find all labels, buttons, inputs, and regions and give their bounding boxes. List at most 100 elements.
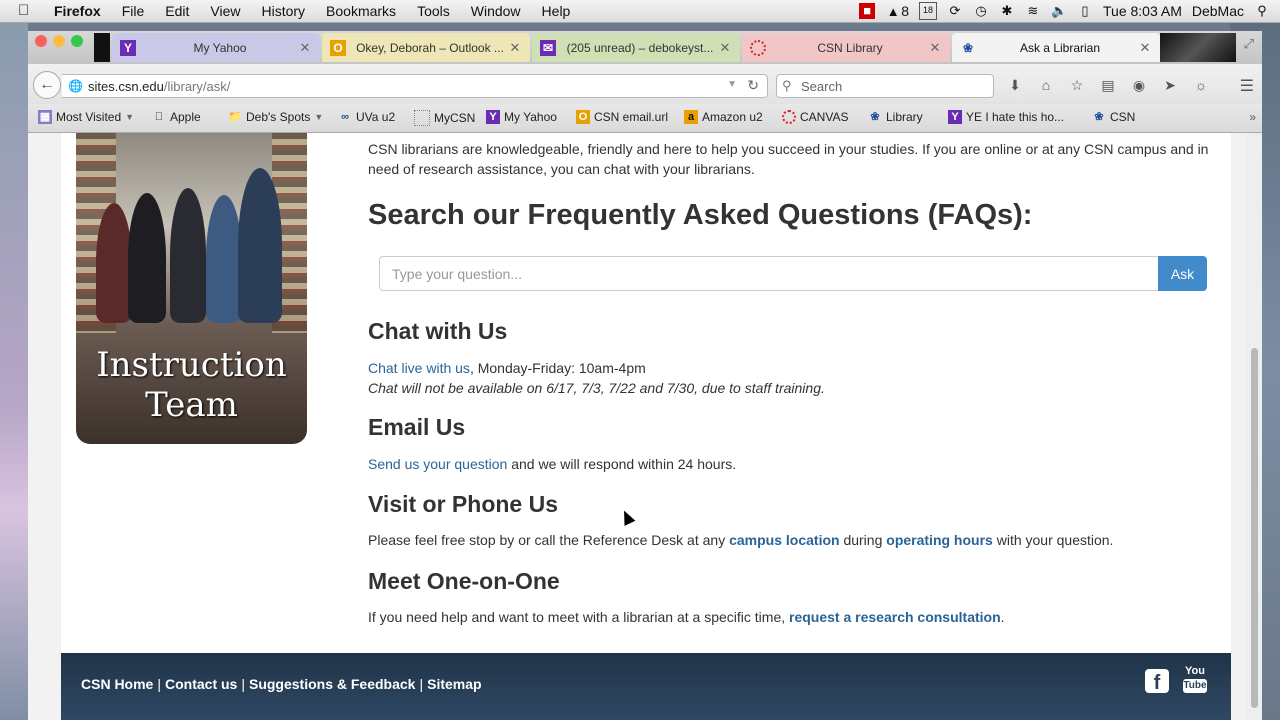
spotlight-search-icon[interactable]: ⚲ <box>1254 3 1270 19</box>
url-text[interactable]: sites.csn.edu/library/ask/ <box>88 79 230 94</box>
bookmark-star-icon[interactable]: ☆ <box>1068 76 1086 94</box>
footer-link-contact-us[interactable]: Contact us <box>165 676 237 692</box>
pocket-icon[interactable]: ◉ <box>1130 76 1148 94</box>
menu-window[interactable]: Window <box>471 2 521 20</box>
bookmark-canvas[interactable]: CANVAS <box>782 110 848 124</box>
send-icon[interactable]: ➤ <box>1161 76 1179 94</box>
faq-question-input[interactable] <box>379 256 1159 291</box>
bookmark-label: MyCSN <box>434 111 476 125</box>
canvas-icon <box>750 39 766 56</box>
visit-paragraph: Please feel free stop by or call the Ref… <box>368 530 1113 550</box>
chevron-down-icon: ▼ <box>125 112 135 122</box>
intro-paragraph: CSN librarians are knowledgeable, friend… <box>368 141 1209 177</box>
tab-label: Okey, Deborah – Outlook ... <box>356 40 504 55</box>
close-window-button[interactable] <box>35 35 47 47</box>
facebook-icon[interactable]: f <box>1145 669 1169 694</box>
battery-icon[interactable]: ▯ <box>1077 3 1093 19</box>
bookmark-csn[interactable]: ❀ CSN <box>1092 110 1135 124</box>
menu-file[interactable]: File <box>122 2 145 20</box>
youtube-icon[interactable]: You Tube <box>1183 665 1207 693</box>
fullscreen-icon[interactable]: ⤢ <box>1244 36 1254 52</box>
search-bar[interactable]: ⚲ Search <box>776 74 994 98</box>
calendar-icon[interactable]: 18 <box>919 2 937 20</box>
url-dropdown-icon[interactable]: ▼ <box>727 79 737 90</box>
sync-icon[interactable]: ⟳ <box>947 3 963 19</box>
menu-edit[interactable]: Edit <box>165 2 189 20</box>
menu-bookmarks[interactable]: Bookmarks <box>326 2 396 20</box>
bookmark-uva-u2[interactable]: ∞ UVa u2 <box>338 110 395 124</box>
url-bar[interactable]: 🌐 sites.csn.edu/library/ask/ ▼ ↻ <box>62 74 768 98</box>
bookmark-csn-email[interactable]: O CSN email.url <box>576 110 668 124</box>
visit-text: Please feel free stop by or call the Ref… <box>368 532 730 548</box>
bookmark-apple[interactable]:  Apple <box>152 110 201 124</box>
bluetooth-icon[interactable]: ✱ <box>999 3 1015 19</box>
tab-mail-unread[interactable]: ✉ (205 unread) – debokeyst... ✕ <box>532 33 740 62</box>
chat-hours: , Monday-Friday: 10am-4pm <box>469 360 646 376</box>
url-host: sites.csn.edu <box>88 79 164 94</box>
close-tab-icon[interactable]: ✕ <box>1138 40 1152 56</box>
footer-link-sitemap[interactable]: Sitemap <box>427 676 481 692</box>
zoom-window-button[interactable] <box>71 35 83 47</box>
scrollbar-thumb[interactable] <box>1251 348 1258 708</box>
operating-hours-link[interactable]: operating hours <box>886 532 993 548</box>
bookmark-amazon-u2[interactable]: a Amazon u2 <box>684 110 763 124</box>
menu-tools[interactable]: Tools <box>417 2 450 20</box>
bookmark-most-visited[interactable]: ▦ Most Visited ▼ <box>38 110 134 124</box>
bookmark-my-yahoo[interactable]: Y My Yahoo <box>486 110 557 124</box>
bookmark-library[interactable]: ❀ Library <box>868 110 922 124</box>
footer-link-csn-home[interactable]: CSN Home <box>81 676 153 692</box>
close-tab-icon[interactable]: ✕ <box>718 40 732 56</box>
chat-icon[interactable]: ☼ <box>1192 76 1210 94</box>
chat-live-link[interactable]: Chat live with us <box>368 360 470 376</box>
bookmark-mycsn[interactable]: MyCSN <box>414 110 475 126</box>
adobe-status[interactable]: ▲ 8 <box>885 3 909 20</box>
volume-icon[interactable]: 🔈 <box>1051 3 1067 19</box>
bookmarks-overflow-icon[interactable]: » <box>1249 110 1256 124</box>
minimize-window-button[interactable] <box>53 35 65 47</box>
ask-button[interactable]: Ask <box>1158 256 1207 291</box>
research-consultation-link[interactable]: request a research consultation <box>789 609 1001 625</box>
person-figure <box>206 195 242 323</box>
footer-link-suggestions[interactable]: Suggestions & Feedback <box>249 676 415 692</box>
record-icon[interactable]: ■ <box>859 3 876 19</box>
home-icon[interactable]: ⌂ <box>1037 76 1055 94</box>
tab-label: (205 unread) – debokeyst... <box>566 40 714 55</box>
send-question-link[interactable]: Send us your question <box>368 456 507 472</box>
time-machine-icon[interactable]: ◷ <box>973 3 989 19</box>
browser-window: Y My Yahoo ✕ O Okey, Deborah – Outlook .… <box>28 31 1262 720</box>
wifi-icon[interactable]: ≋ <box>1025 3 1041 19</box>
page-scrollbar[interactable] <box>1246 133 1262 720</box>
tab-bar: Y My Yahoo ✕ O Okey, Deborah – Outlook .… <box>28 31 1262 64</box>
tab-ask-a-librarian[interactable]: ❀ Ask a Librarian ✕ <box>952 33 1160 62</box>
menubar-user[interactable]: DebMac <box>1192 3 1244 19</box>
campus-location-link[interactable]: campus location <box>729 532 839 548</box>
menu-view[interactable]: View <box>210 2 240 20</box>
apple-menu-icon[interactable]:  <box>18 3 34 19</box>
download-icon[interactable]: ⬇ <box>1006 76 1024 94</box>
close-tab-icon[interactable]: ✕ <box>928 40 942 56</box>
bookmark-label: Amazon u2 <box>702 110 763 124</box>
close-tab-icon[interactable]: ✕ <box>298 40 312 56</box>
menu-history[interactable]: History <box>261 2 305 20</box>
bookmark-ye-i-hate[interactable]: Y YE I hate this ho... <box>948 110 1064 124</box>
person-figure <box>128 193 166 323</box>
hamburger-menu-icon[interactable]: ☰ <box>1240 76 1254 96</box>
close-tab-icon[interactable]: ✕ <box>508 40 522 56</box>
back-button[interactable]: ← <box>33 71 61 99</box>
menu-app-name[interactable]: Firefox <box>54 2 101 20</box>
reading-list-icon[interactable]: ▤ <box>1099 76 1117 94</box>
email-text: and we will respond within 24 hours. <box>507 456 737 472</box>
footer-separator: | <box>241 676 245 692</box>
mac-menu-bar:  Firefox File Edit View History Bookmar… <box>0 0 1280 23</box>
tab-outlook[interactable]: O Okey, Deborah – Outlook ... ✕ <box>322 33 530 62</box>
tab-my-yahoo[interactable]: Y My Yahoo ✕ <box>112 33 320 62</box>
menu-help[interactable]: Help <box>542 2 571 20</box>
desktop-background-left <box>0 22 28 720</box>
window-controls <box>35 35 83 47</box>
youtube-you: You <box>1185 665 1205 677</box>
tab-csn-library[interactable]: CSN Library ✕ <box>742 33 950 62</box>
canvas-icon <box>782 110 796 124</box>
reload-icon[interactable]: ↻ <box>747 77 759 94</box>
menubar-clock[interactable]: Tue 8:03 AM <box>1103 3 1182 19</box>
bookmark-debs-spots[interactable]: 📁 Deb's Spots ▼ <box>228 110 323 124</box>
